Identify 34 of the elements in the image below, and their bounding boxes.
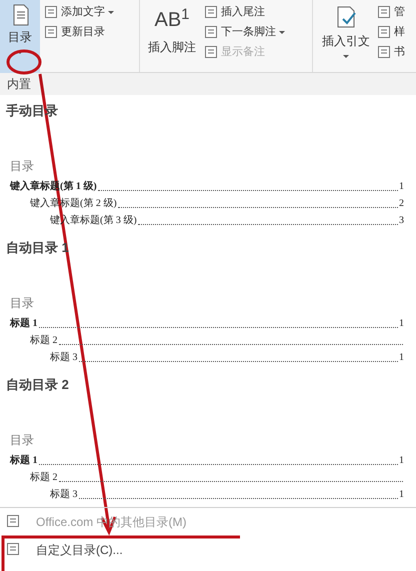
- document-icon: [44, 5, 58, 19]
- toc-entry: 标题 2: [6, 331, 410, 348]
- document-icon: [204, 25, 218, 39]
- caret-icon: [343, 55, 349, 58]
- caret-icon: [17, 51, 23, 54]
- ribbon-button[interactable]: 插入尾注: [204, 2, 285, 22]
- toc-entry: 标题 1 1: [8, 454, 405, 468]
- document-icon: [377, 5, 391, 19]
- ribbon-button[interactable]: 样: [377, 22, 405, 42]
- toc-button[interactable]: 目录: [0, 0, 40, 73]
- menu-item[interactable]: 自定义目录(C)...: [0, 536, 416, 564]
- document-icon: [44, 25, 58, 39]
- insert-footnote-button[interactable]: AB$^{1}$ 插入脚注: [144, 0, 200, 73]
- toc-entry: 标题 3 1: [49, 488, 405, 502]
- document-icon: [11, 4, 29, 26]
- note-icon: [204, 45, 218, 59]
- ribbon-button[interactable]: 书: [377, 42, 405, 62]
- highlight-ellipse: [6, 50, 42, 74]
- toc-style-option[interactable]: 自动目录 2 目录 标题 1 1 标题 2 标题 3 1: [6, 375, 410, 507]
- document-icon: [6, 542, 22, 558]
- toc-entry: 标题 2: [6, 468, 410, 485]
- document-icon: [377, 25, 391, 39]
- ribbon-button[interactable]: 更新目录: [44, 22, 114, 42]
- section-header: 内置: [0, 73, 416, 95]
- document-icon: [377, 45, 391, 59]
- insert-citation-button[interactable]: 插入引文: [317, 0, 375, 72]
- ribbon-button[interactable]: 下一条脚注: [204, 22, 285, 42]
- ribbon-button[interactable]: 管: [377, 2, 405, 22]
- ribbon-button[interactable]: 添加文字: [44, 2, 114, 22]
- toc-entry: 标题 1 1: [8, 316, 405, 331]
- document-check-icon: [335, 6, 357, 28]
- toc-entry: 标题 3 1: [49, 350, 405, 365]
- toc-style-option[interactable]: 自动目录 1 目录 标题 1 1 标题 2 标题 3 1: [6, 238, 410, 375]
- document-icon: [204, 5, 218, 19]
